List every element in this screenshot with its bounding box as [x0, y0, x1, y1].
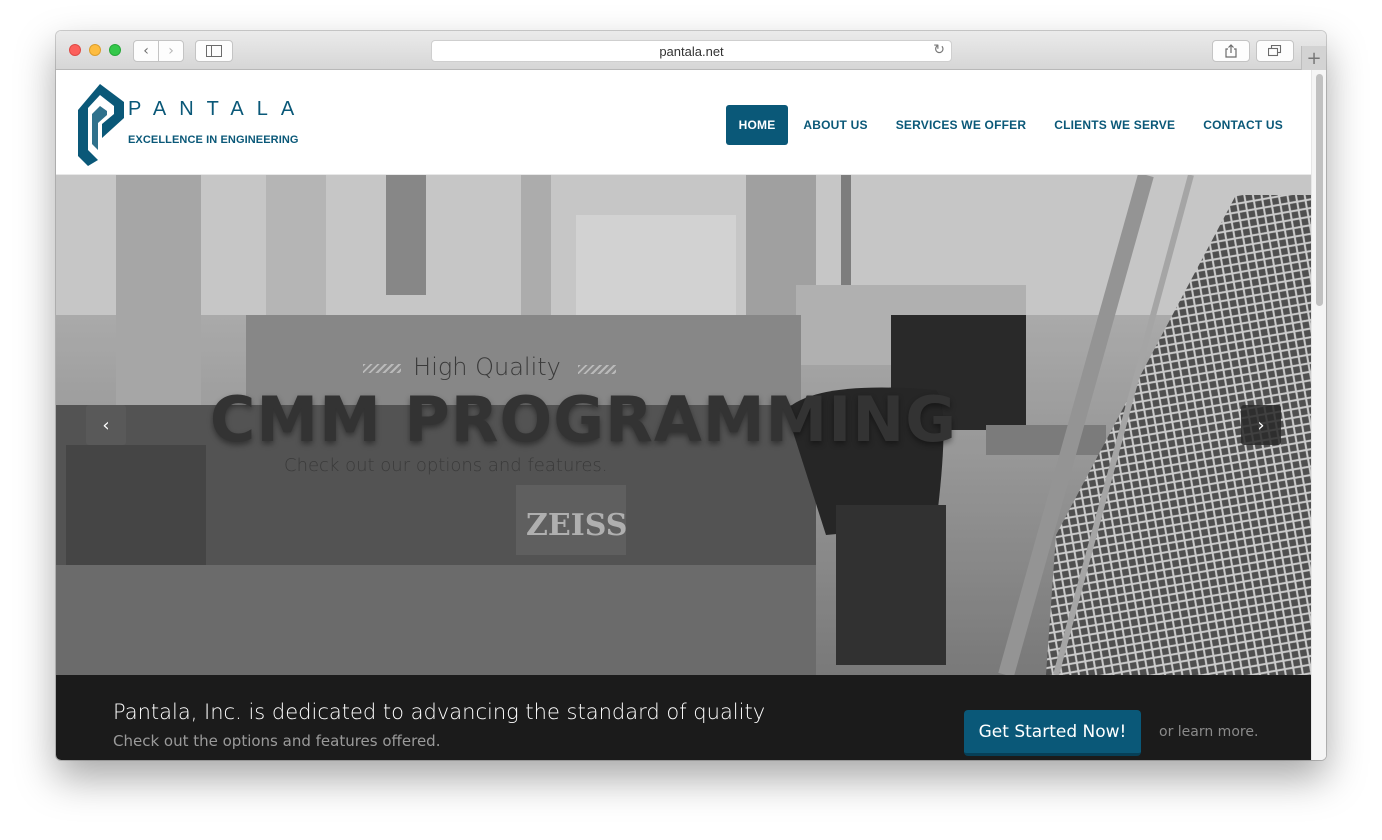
- cta-bar: Pantala, Inc. is dedicated to advancing …: [56, 675, 1311, 760]
- tabs-icon: [1268, 45, 1282, 57]
- slider-prev-button[interactable]: ‹: [86, 405, 126, 445]
- reload-icon[interactable]: ↻: [933, 42, 945, 58]
- site-header: PANTALA EXCELLENCE IN ENGINEERING HOME A…: [56, 70, 1311, 175]
- nav-item-contact-us[interactable]: CONTACT US: [1189, 105, 1297, 145]
- chevron-right-icon: ›: [168, 43, 174, 59]
- sidebar-icon: [206, 45, 222, 57]
- new-tab-button[interactable]: +: [1301, 46, 1326, 70]
- nav-item-home[interactable]: HOME: [725, 105, 789, 145]
- share-button[interactable]: [1212, 40, 1250, 62]
- chevron-right-icon: ›: [1257, 414, 1265, 436]
- hero-title: CMM PROGRAMMING: [209, 383, 958, 456]
- browser-toolbar: ‹ › pantala.net ↻ +: [56, 31, 1326, 70]
- chevron-left-icon: ‹: [143, 43, 149, 59]
- pantala-logo-icon[interactable]: [74, 80, 126, 166]
- forward-button[interactable]: ›: [158, 40, 184, 62]
- page-scrollbar[interactable]: [1311, 70, 1326, 760]
- get-started-button[interactable]: Get Started Now!: [964, 710, 1141, 756]
- nav-item-services[interactable]: SERVICES WE OFFER: [882, 105, 1041, 145]
- slider-next-button[interactable]: ›: [1241, 405, 1281, 445]
- address-bar[interactable]: pantala.net ↻: [431, 40, 952, 62]
- back-button[interactable]: ‹: [133, 40, 159, 62]
- decorative-stripe: [578, 365, 616, 374]
- hero-slider: ZEISS High Quality CMM PROGRAMMING Check…: [56, 175, 1311, 675]
- close-window-button[interactable]: [69, 44, 81, 56]
- decorative-stripe: [363, 363, 402, 373]
- nav-item-clients[interactable]: CLIENTS WE SERVE: [1040, 105, 1189, 145]
- hero-eyebrow: High Quality: [56, 353, 856, 381]
- hero-eyebrow-text: High Quality: [413, 353, 561, 381]
- brand-name: PANTALA: [128, 98, 308, 120]
- brand-tagline: EXCELLENCE IN ENGINEERING: [128, 134, 299, 146]
- cta-title: Pantala, Inc. is dedicated to advancing …: [113, 700, 766, 724]
- share-icon: [1225, 44, 1237, 58]
- show-tabs-button[interactable]: [1256, 40, 1294, 62]
- learn-more-link[interactable]: or learn more.: [1159, 724, 1258, 740]
- main-nav: HOME ABOUT US SERVICES WE OFFER CLIENTS …: [725, 105, 1297, 145]
- cta-subtitle: Check out the options and features offer…: [113, 732, 441, 750]
- zoom-window-button[interactable]: [109, 44, 121, 56]
- minimize-window-button[interactable]: [89, 44, 101, 56]
- page-viewport: PANTALA EXCELLENCE IN ENGINEERING HOME A…: [56, 70, 1326, 760]
- url-text: pantala.net: [659, 43, 724, 59]
- chevron-left-icon: ‹: [102, 414, 110, 436]
- nav-item-about-us[interactable]: ABOUT US: [789, 105, 881, 145]
- sidebar-toggle-button[interactable]: [195, 40, 233, 62]
- browser-window: ‹ › pantala.net ↻ + PANTALA EXCELLENCE I…: [56, 31, 1326, 760]
- hero-subtitle: Check out our options and features.: [284, 455, 608, 476]
- plus-icon: +: [1306, 47, 1322, 69]
- scrollbar-thumb[interactable]: [1316, 74, 1323, 306]
